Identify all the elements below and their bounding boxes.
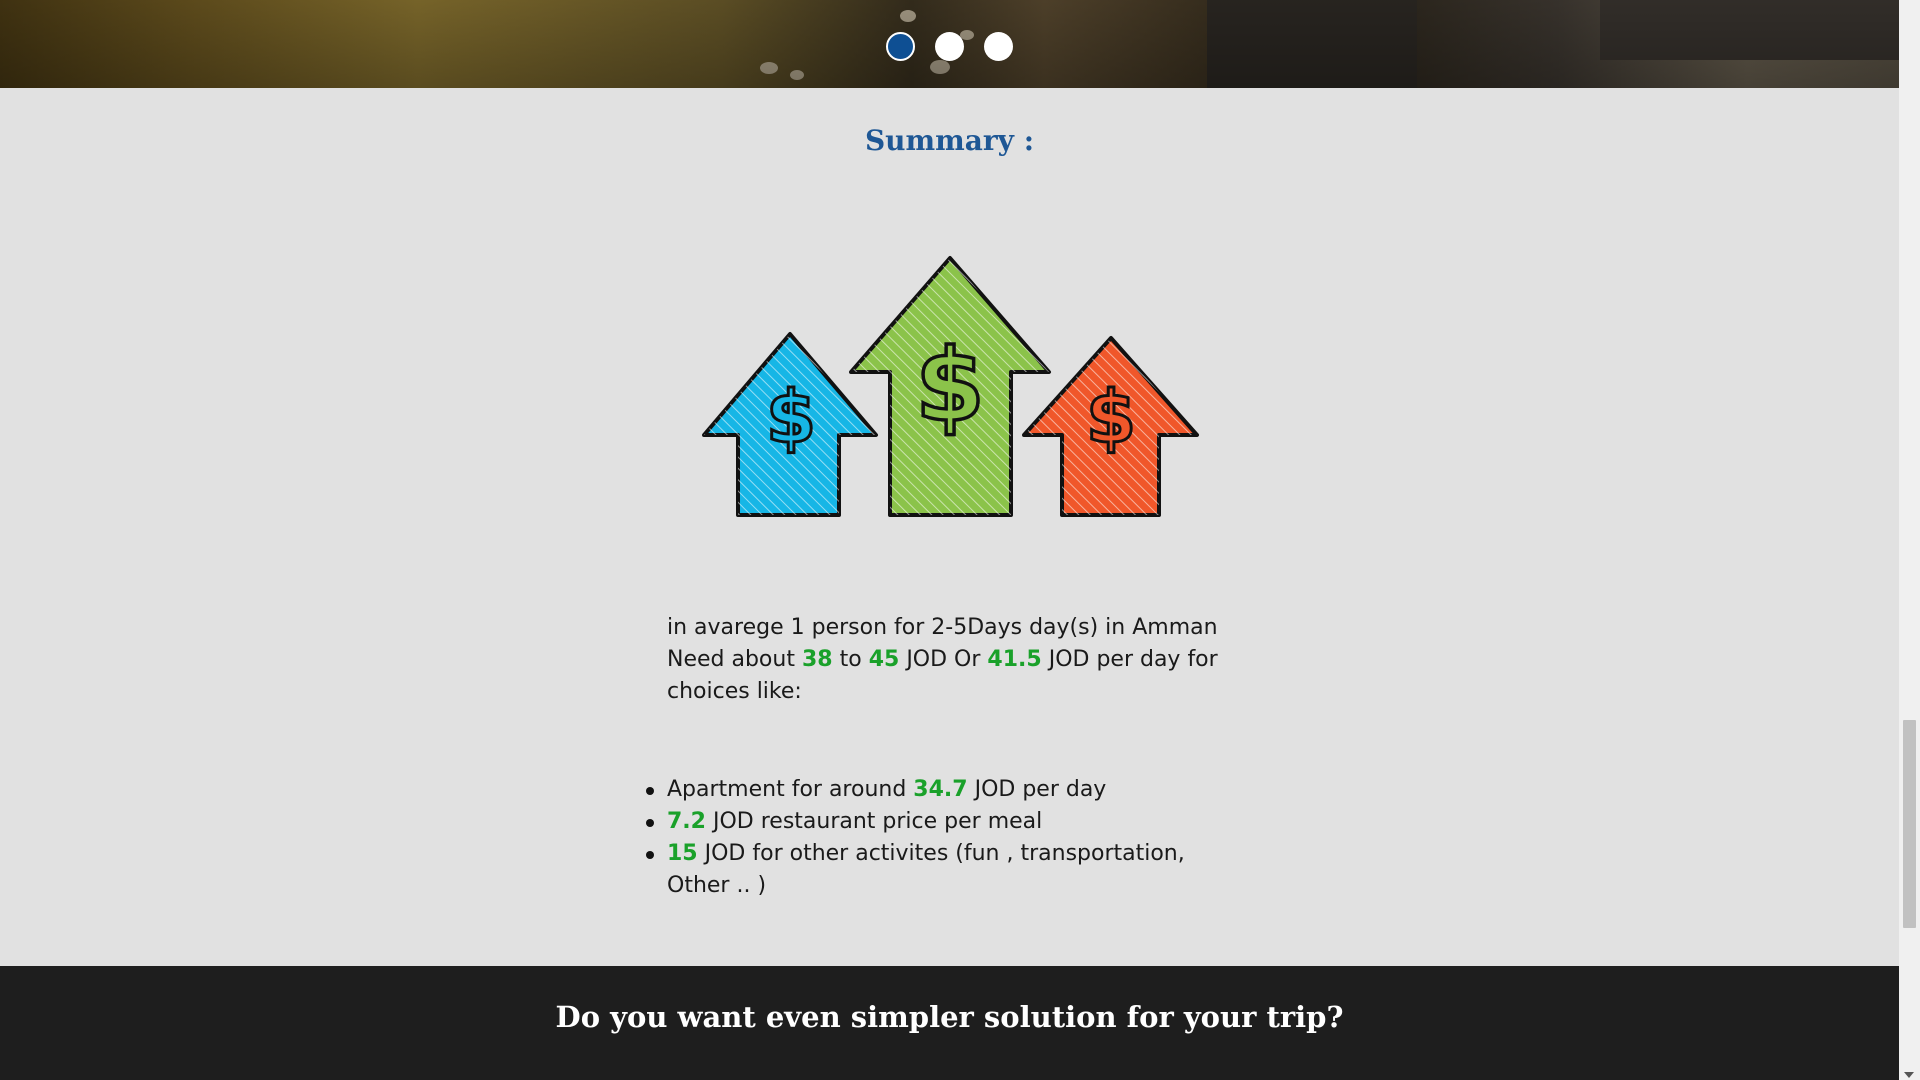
list-item: 15 JOD for other activites (fun , transp…: [646, 838, 1267, 902]
page: Summary : $ $ $ in avarege 1 person for …: [0, 0, 1920, 1080]
list-item: Apartment for around 34.7 JOD per day: [646, 774, 1267, 806]
apartment-price-value: 34.7: [913, 777, 968, 802]
green-arrow-icon: $: [849, 256, 1051, 517]
footer-section: Do you want even simpler solution for yo…: [0, 966, 1899, 1080]
intro-jod-or: JOD Or: [906, 647, 981, 672]
meal-price-value: 7.2: [667, 809, 706, 834]
svg-text:$: $: [1086, 375, 1136, 459]
blue-arrow-icon: $: [702, 332, 878, 517]
scroll-down-arrow-icon[interactable]: [1904, 1072, 1914, 1078]
item-suffix: JOD per day: [974, 777, 1107, 802]
carousel-dot[interactable]: [984, 32, 1013, 61]
intro-line-3: choices like:: [667, 679, 802, 704]
activities-price-value: 15: [667, 841, 698, 866]
svg-text:$: $: [915, 327, 985, 444]
carousel-indicators: [0, 32, 1899, 61]
summary-title: Summary :: [864, 124, 1035, 157]
money-up-arrows-icon: $ $ $: [702, 256, 1199, 517]
avg-cost-value: 41.5: [987, 647, 1042, 672]
item-prefix: Apartment for around: [667, 777, 907, 802]
hero-carousel-image: [0, 0, 1899, 88]
vertical-scrollbar[interactable]: [1899, 0, 1920, 1080]
intro-need-about: Need about: [667, 647, 795, 672]
summary-intro: in avarege 1 person for 2-5Days day(s) i…: [667, 612, 1257, 708]
item-suffix-line-2: Other .. ): [667, 873, 767, 898]
scrollbar-thumb[interactable]: [1903, 720, 1916, 928]
cost-breakdown-list: Apartment for around 34.7 JOD per day 7.…: [646, 774, 1267, 902]
carousel-dot[interactable]: [886, 32, 915, 61]
item-suffix: JOD for other activites (fun , transport…: [704, 841, 1185, 866]
min-cost-value: 38: [801, 647, 833, 672]
item-suffix: JOD restaurant price per meal: [712, 809, 1043, 834]
intro-line-2: Need about 38 to 45 JOD Or 41.5 JOD per …: [667, 644, 1257, 676]
intro-line-1: in avarege 1 person for 2-5Days day(s) i…: [667, 615, 1218, 640]
footer-title: Do you want even simpler solution for yo…: [555, 1000, 1344, 1034]
list-item: 7.2 JOD restaurant price per meal: [646, 806, 1267, 838]
carousel-dot[interactable]: [935, 32, 964, 61]
intro-per-day: JOD per day for: [1048, 647, 1218, 672]
svg-text:$: $: [766, 375, 816, 459]
intro-to: to: [839, 647, 862, 672]
red-arrow-icon: $: [1022, 336, 1199, 517]
max-cost-value: 45: [868, 647, 900, 672]
